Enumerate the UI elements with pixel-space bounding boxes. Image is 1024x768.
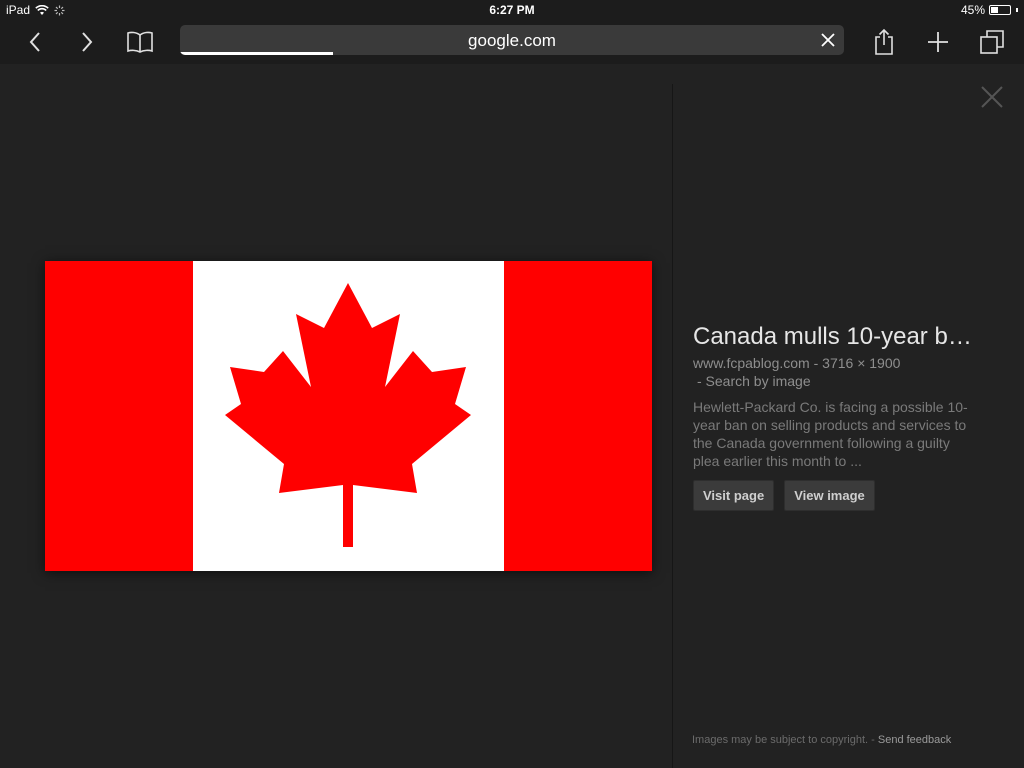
status-bar: iPad 6:27 PM 45% [0, 0, 1024, 20]
new-tab-button[interactable] [920, 20, 956, 64]
battery-fill [991, 7, 998, 13]
close-icon [821, 33, 835, 47]
share-button[interactable] [866, 20, 902, 64]
action-buttons: Visit page View image [693, 480, 983, 511]
battery-percent: 45% [960, 3, 985, 17]
tabs-button[interactable] [974, 20, 1010, 64]
bookmarks-button[interactable] [122, 20, 158, 64]
footer-separator: - [868, 734, 878, 746]
copyright-notice: Images may be subject to copyright. [692, 734, 869, 746]
tabs-icon [980, 30, 1004, 54]
back-button[interactable] [18, 20, 52, 64]
visit-page-button[interactable]: Visit page [693, 480, 775, 511]
open-book-icon [127, 31, 153, 53]
result-title[interactable]: Canada mulls 10-year ban on HP [693, 322, 978, 352]
chevron-right-icon [82, 32, 93, 52]
address-bar[interactable]: google.com [180, 25, 844, 55]
clear-address-button[interactable] [818, 30, 838, 50]
battery-nub [1016, 8, 1018, 12]
address-text: google.com [468, 31, 556, 50]
close-viewer-button[interactable] [978, 83, 1006, 111]
view-image-button[interactable]: View image [784, 480, 875, 511]
plus-icon [928, 32, 948, 52]
page-load-progress [180, 52, 333, 55]
status-right: 45% [961, 3, 1018, 17]
status-time: 6:27 PM [489, 3, 535, 17]
image-info-panel: Canada mulls 10-year ban on HP www.fcpab… [693, 322, 983, 511]
forward-button[interactable] [70, 20, 104, 64]
result-description: Hewlett-Packard Co. is facing a possible… [693, 399, 968, 469]
viewer-footer: Images may be subject to copyright. - Se… [692, 734, 951, 746]
result-source: www.fcpablog.com - 3716 × 1900 [693, 355, 901, 371]
chevron-left-icon [29, 32, 40, 52]
send-feedback-link[interactable]: Send feedback [878, 734, 951, 746]
canada-flag-image[interactable] [45, 261, 652, 571]
panel-divider [672, 84, 673, 768]
search-by-image-link[interactable]: - Search by image [693, 372, 983, 390]
battery-icon [989, 5, 1011, 15]
image-viewer: Canada mulls 10-year ban on HP www.fcpab… [0, 64, 1024, 768]
share-icon [875, 28, 893, 55]
canada-flag [45, 261, 652, 571]
browser-toolbar: google.com [0, 20, 1024, 64]
close-icon [981, 86, 1003, 108]
